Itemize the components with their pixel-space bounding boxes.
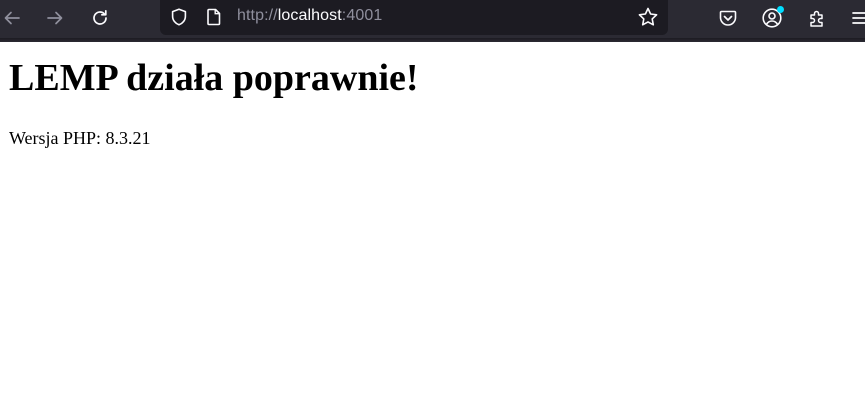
reload-button[interactable] (84, 3, 116, 33)
star-icon[interactable] (636, 5, 660, 29)
back-button[interactable] (0, 3, 28, 33)
page-content: LEMP działa poprawnie! Wersja PHP: 8.3.2… (9, 42, 865, 148)
url-host: localhost (277, 7, 342, 24)
menu-button[interactable] (845, 3, 865, 33)
forward-arrow-icon (47, 11, 63, 25)
pocket-button[interactable] (713, 3, 743, 33)
back-arrow-icon (4, 11, 20, 25)
reload-icon (93, 9, 107, 25)
address-bar[interactable]: http://localhost:4001 (160, 0, 668, 35)
browser-toolbar: http://localhost:4001 (0, 0, 865, 42)
shield-icon[interactable] (167, 5, 191, 29)
page-heading: LEMP działa poprawnie! (9, 57, 419, 99)
pocket-icon (719, 10, 737, 26)
notification-badge (777, 6, 784, 13)
extensions-button[interactable] (803, 3, 833, 33)
php-version-text: Wersja PHP: 8.3.21 (9, 128, 151, 148)
account-button[interactable] (757, 3, 787, 33)
url-text[interactable]: http://localhost:4001 (237, 7, 382, 25)
menu-icon (852, 12, 865, 24)
extensions-icon (810, 10, 823, 27)
page-icon[interactable] (202, 5, 226, 29)
forward-button[interactable] (39, 3, 71, 33)
url-scheme: http:// (237, 7, 278, 24)
url-port: :4001 (341, 7, 383, 24)
